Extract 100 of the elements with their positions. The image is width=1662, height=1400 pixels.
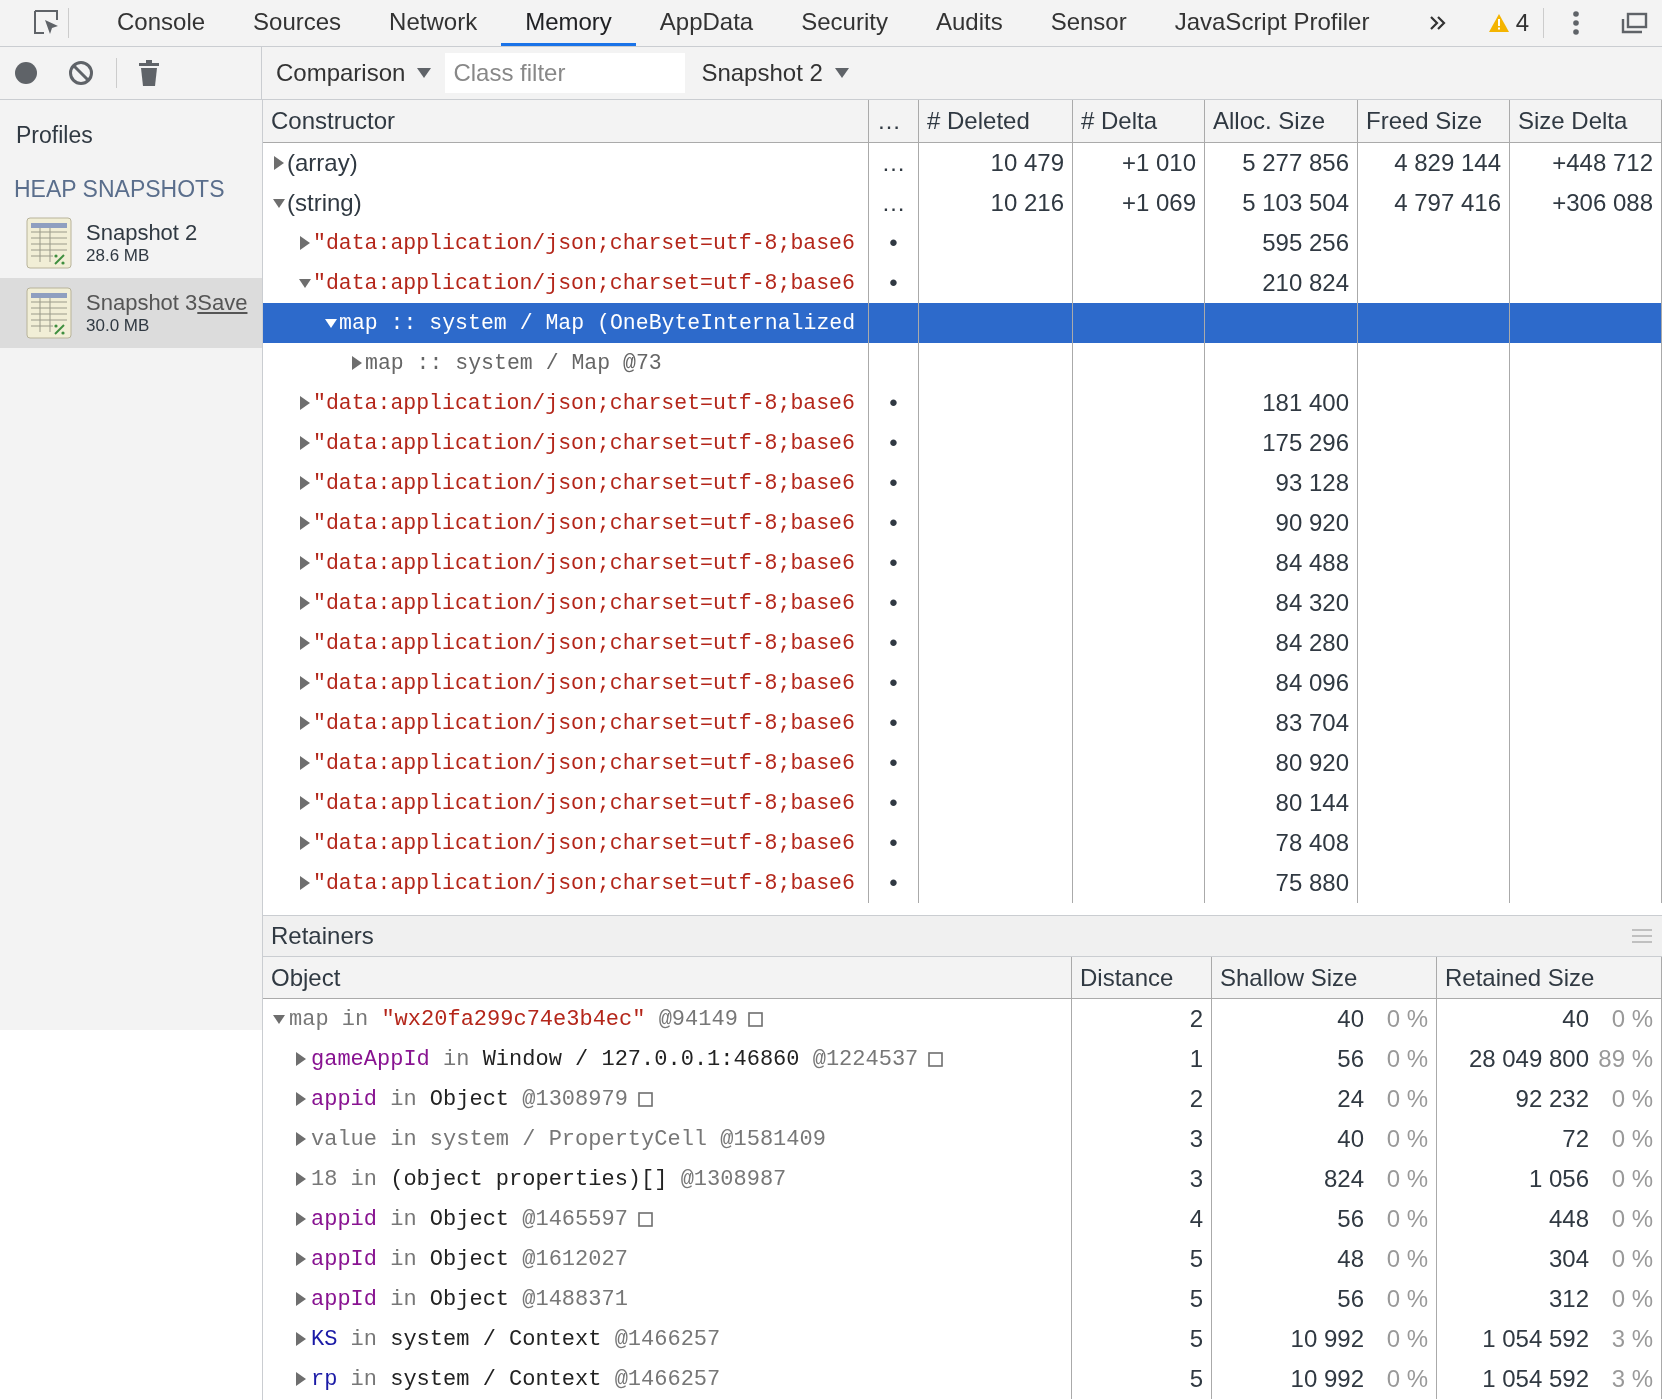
expand-arrow-icon[interactable] xyxy=(299,716,311,730)
tab[interactable]: Network xyxy=(365,0,502,46)
expand-arrow-icon[interactable] xyxy=(299,396,311,410)
table-row[interactable]: "data:application/json;charset=utf-8;base6 • 84 488 xyxy=(263,543,1662,583)
stacked-windows-icon[interactable] xyxy=(1620,12,1648,34)
square-icon[interactable] xyxy=(928,1051,944,1067)
column-header[interactable]: Constructor xyxy=(263,100,869,142)
expand-arrow-icon[interactable] xyxy=(325,316,337,330)
snapshot-dropdown[interactable]: Snapshot 2 xyxy=(701,59,849,87)
column-header[interactable]: Shallow Size xyxy=(1212,957,1437,998)
table-row[interactable]: appid in Object @1308979 2 24 0 % 92 232 0 % xyxy=(263,1079,1662,1119)
column-header[interactable]: # Deleted xyxy=(919,100,1073,142)
table-row[interactable]: appId in Object @1612027 5 48 0 % 304 0 % xyxy=(263,1239,1662,1279)
expand-arrow-icon[interactable] xyxy=(299,756,311,770)
snapshot-item[interactable]: Snapshot 3Save 30.0 MB xyxy=(0,278,262,348)
expand-arrow-icon[interactable] xyxy=(299,876,311,890)
expand-arrow-icon[interactable] xyxy=(295,1172,307,1186)
column-header[interactable]: … xyxy=(869,100,919,142)
column-header[interactable]: Retained Size xyxy=(1437,957,1662,998)
table-row[interactable]: "data:application/json;charset=utf-8;base6 • 175 296 xyxy=(263,423,1662,463)
expand-arrow-icon[interactable] xyxy=(295,1052,307,1066)
expand-arrow-icon[interactable] xyxy=(295,1092,307,1106)
expand-arrow-icon[interactable] xyxy=(351,356,363,370)
constructor-name: "data:application/json;charset=utf-8;base6 xyxy=(313,831,855,855)
expand-arrow-icon[interactable] xyxy=(295,1252,307,1266)
column-header[interactable]: Distance xyxy=(1072,957,1212,998)
column-header[interactable]: Freed Size xyxy=(1358,100,1510,142)
table-cell: • xyxy=(889,429,898,457)
expand-arrow-icon[interactable] xyxy=(295,1372,307,1386)
table-row[interactable]: "data:application/json;charset=utf-8;base6 • 84 096 xyxy=(263,663,1662,703)
save-link[interactable]: Save xyxy=(197,290,248,316)
expand-arrow-icon[interactable] xyxy=(299,676,311,690)
table-cell: 75 880 xyxy=(1275,869,1349,897)
tab[interactable]: Sensor xyxy=(1026,0,1151,46)
table-row[interactable]: (string) … 10 216 +1 069 5 103 504 4 797 416 +306 088 xyxy=(263,183,1662,223)
table-cell: 90 920 xyxy=(1275,509,1349,537)
column-header[interactable]: Alloc. Size xyxy=(1205,100,1358,142)
table-row[interactable]: "data:application/json;charset=utf-8;base6 • 181 400 xyxy=(263,383,1662,423)
table-row[interactable]: appid in Object @1465597 4 56 0 % 448 0 % xyxy=(263,1199,1662,1239)
expand-arrow-icon[interactable] xyxy=(273,156,285,170)
tab[interactable]: AppData xyxy=(635,0,778,46)
table-row[interactable]: "data:application/json;charset=utf-8;base6 • 595 256 xyxy=(263,223,1662,263)
expand-arrow-icon[interactable] xyxy=(273,196,285,210)
expand-arrow-icon[interactable] xyxy=(299,516,311,530)
expand-arrow-icon[interactable] xyxy=(295,1132,307,1146)
expand-arrow-icon[interactable] xyxy=(295,1332,307,1346)
tab[interactable]: Sources xyxy=(229,0,366,46)
table-row[interactable]: "data:application/json;charset=utf-8;base6 • 84 320 xyxy=(263,583,1662,623)
column-header[interactable]: Size Delta xyxy=(1510,100,1662,142)
expand-arrow-icon[interactable] xyxy=(299,796,311,810)
expand-arrow-icon[interactable] xyxy=(295,1212,307,1226)
kebab-menu-icon[interactable] xyxy=(1572,10,1580,36)
table-row[interactable]: (array) … 10 479 +1 010 5 277 856 4 829 144 +448 712 xyxy=(263,143,1662,183)
table-row[interactable]: rp in system / Context @1466257 5 10 992 0 % 1 054 592 3 % xyxy=(263,1359,1662,1399)
trash-icon[interactable] xyxy=(139,60,159,86)
expand-arrow-icon[interactable] xyxy=(299,476,311,490)
table-cell: 3 xyxy=(1189,1165,1203,1193)
tab[interactable]: JavaScript Profiler xyxy=(1150,0,1394,46)
table-row[interactable]: appId in Object @1488371 5 56 0 % 312 0 % xyxy=(263,1279,1662,1319)
table-row[interactable]: "data:application/json;charset=utf-8;base6 • 80 144 xyxy=(263,783,1662,823)
expand-arrow-icon[interactable] xyxy=(299,596,311,610)
clear-icon[interactable] xyxy=(68,60,94,86)
table-row[interactable]: map :: system / Map @73 xyxy=(263,343,1662,383)
table-row[interactable]: gameAppId in Window / 127.0.0.1:46860 @1224537 1 56 0 % 28 049 800 89 % xyxy=(263,1039,1662,1079)
snapshot-item[interactable]: Snapshot 2 28.6 MB xyxy=(0,208,262,278)
table-row[interactable]: "data:application/json;charset=utf-8;base6 • 90 920 xyxy=(263,503,1662,543)
expand-arrow-icon[interactable] xyxy=(299,636,311,650)
expand-arrow-icon[interactable] xyxy=(299,836,311,850)
class-filter-field[interactable]: Class filter xyxy=(445,53,686,93)
table-row[interactable]: map :: system / Map (OneByteInternalized xyxy=(263,303,1662,343)
table-row[interactable]: "data:application/json;charset=utf-8;base6 • 83 704 xyxy=(263,703,1662,743)
table-row[interactable]: KS in system / Context @1466257 5 10 992 0 % 1 054 592 3 % xyxy=(263,1319,1662,1359)
record-icon[interactable] xyxy=(14,61,38,85)
expand-arrow-icon[interactable] xyxy=(299,436,311,450)
table-row[interactable]: "data:application/json;charset=utf-8;base6 • 84 280 xyxy=(263,623,1662,663)
expand-arrow-icon[interactable] xyxy=(299,236,311,250)
table-row[interactable]: "data:application/json;charset=utf-8;base6 • 75 880 xyxy=(263,863,1662,903)
expand-arrow-icon[interactable] xyxy=(295,1292,307,1306)
expand-arrow-icon[interactable] xyxy=(299,276,311,290)
column-header[interactable]: # Delta xyxy=(1073,100,1205,142)
square-icon[interactable] xyxy=(637,1091,653,1107)
tab[interactable]: Security xyxy=(777,0,912,46)
table-cell: 5 277 856 xyxy=(1242,149,1349,177)
expand-arrow-icon[interactable] xyxy=(273,1012,285,1026)
tab[interactable]: Console xyxy=(93,0,230,46)
table-row[interactable]: 18 in (object properties)[] @1308987 3 824 0 % 1 056 0 % xyxy=(263,1159,1662,1199)
expand-arrow-icon[interactable] xyxy=(299,556,311,570)
table-row[interactable]: value in system / PropertyCell @1581409 3 40 0 % 72 0 % xyxy=(263,1119,1662,1159)
square-icon[interactable] xyxy=(747,1011,763,1027)
tab[interactable]: Audits xyxy=(911,0,1027,46)
grip-lines-icon[interactable] xyxy=(1632,929,1652,943)
view-dropdown[interactable]: Comparison xyxy=(276,59,432,87)
table-row[interactable]: "data:application/json;charset=utf-8;base6 • 93 128 xyxy=(263,463,1662,503)
column-header[interactable]: Object xyxy=(263,957,1072,998)
percent-cell-text: 3 % xyxy=(1610,1365,1653,1393)
table-row[interactable]: "data:application/json;charset=utf-8;base6 • 78 408 xyxy=(263,823,1662,863)
table-cell: 1 054 592 xyxy=(1482,1325,1589,1353)
table-row[interactable]: "data:application/json;charset=utf-8;base6 • 80 920 xyxy=(263,743,1662,783)
square-icon[interactable] xyxy=(637,1211,653,1227)
table-row[interactable]: map in "wx20fa299c74e3b4ec" @94149 2 40 0 % 40 0 % xyxy=(263,999,1662,1039)
